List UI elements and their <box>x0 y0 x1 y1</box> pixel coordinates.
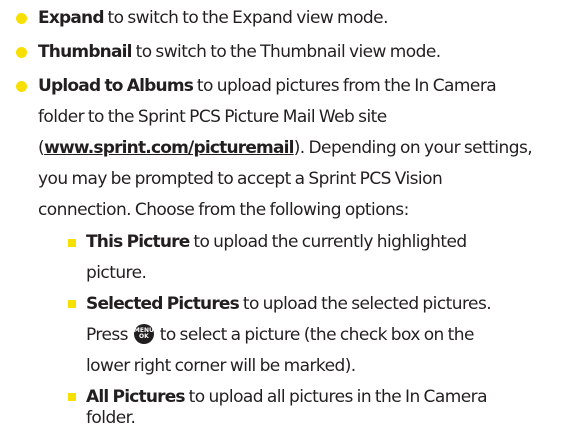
sub-bullet-icon <box>68 393 76 401</box>
option-term: Selected Pictures <box>86 294 240 314</box>
sub-item-selected-pictures-line-1: Selected Pictures to upload the selected… <box>86 289 492 320</box>
option-description: to upload the currently highlighted <box>189 232 467 252</box>
option-term: Thumbnail <box>38 42 133 62</box>
option-description: to upload pictures from the In Camera <box>193 76 497 96</box>
sub-item-all-pictures-line-1: All Pictures to upload all pictures in t… <box>86 382 488 413</box>
list-item-upload-line-5: connection. Choose from the following op… <box>38 195 409 226</box>
sub-item-selected-pictures-line-2: Press MENU OK to select a picture (the ch… <box>86 320 474 351</box>
picturemail-link[interactable]: www.sprint.com/picturemail <box>44 138 294 158</box>
bullet-icon <box>16 13 27 24</box>
option-description: you may be prompted to accept a Sprint P… <box>38 169 443 189</box>
sub-bullet-icon <box>68 300 76 308</box>
list-item-expand: Expand to switch to the Expand view mode… <box>38 3 388 34</box>
sub-bullet-icon <box>68 239 76 247</box>
option-description: picture. <box>86 263 147 283</box>
option-description: folder to the Sprint PCS Picture Mail We… <box>38 107 387 127</box>
bullet-icon <box>16 81 27 92</box>
option-description: to upload the selected pictures. <box>238 294 492 314</box>
list-item-upload-line-3: (www.sprint.com/picturemail). Depending … <box>38 133 533 164</box>
sub-item-this-picture-line-2: picture. <box>86 258 147 289</box>
menu-ok-key-icon: MENU OK <box>133 324 154 344</box>
option-description: folder. <box>86 408 136 428</box>
option-description: to switch to the Expand view mode. <box>103 8 389 28</box>
sub-item-selected-pictures-line-3: lower right corner will be marked). <box>86 351 356 382</box>
list-item-upload-line-2: folder to the Sprint PCS Picture Mail We… <box>38 102 387 133</box>
option-description: ). Depending on your settings, <box>293 138 533 158</box>
bullet-icon <box>16 47 27 58</box>
option-description: Press <box>86 325 132 345</box>
sub-item-this-picture-line-1: This Picture to upload the currently hig… <box>86 227 467 258</box>
list-item-upload-line-1: Upload to Albums to upload pictures from… <box>38 71 497 102</box>
sub-item-all-pictures-line-2: folder. <box>86 403 136 434</box>
option-term: Expand <box>38 8 104 28</box>
option-description: connection. Choose from the following op… <box>38 200 409 220</box>
option-description: to upload all pictures in the In Camera <box>184 387 488 407</box>
option-description: to switch to the Thumbnail view mode. <box>131 42 442 62</box>
list-item-thumbnail: Thumbnail to switch to the Thumbnail vie… <box>38 37 441 68</box>
list-item-upload-line-4: you may be prompted to accept a Sprint P… <box>38 164 443 195</box>
option-term: Upload to Albums <box>38 76 194 96</box>
option-term: This Picture <box>86 232 190 252</box>
option-description: to select a picture (the check box on th… <box>155 325 475 345</box>
option-description: lower right corner will be marked). <box>86 356 356 376</box>
